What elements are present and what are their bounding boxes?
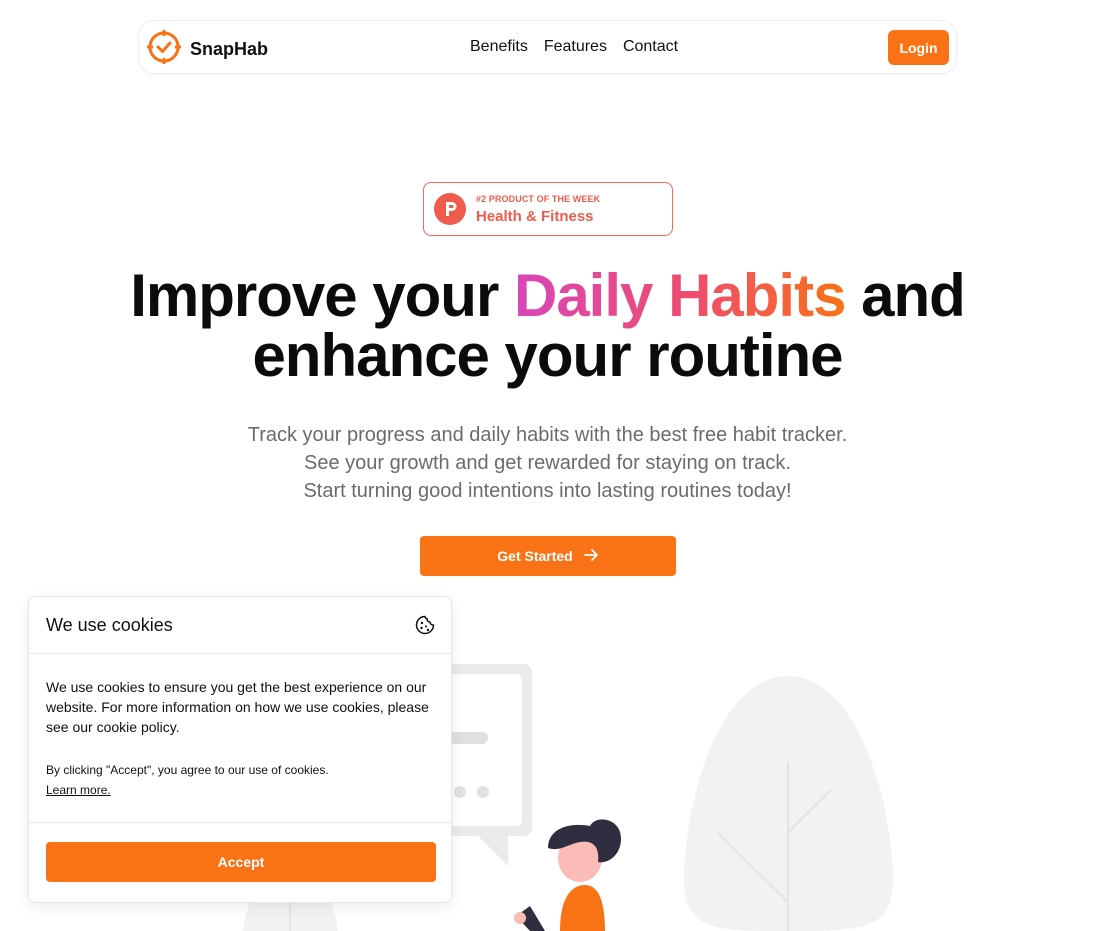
- nav-link-contact[interactable]: Contact: [623, 38, 678, 56]
- cookie-dialog: We use cookies We use cookies to ensure …: [28, 596, 452, 903]
- target-check-icon: [147, 30, 181, 69]
- cookie-icon: [415, 615, 435, 640]
- subtext-line: Track your progress and daily habits wit…: [247, 424, 848, 446]
- navbar: SnapHab Benefits Features Contact Login: [138, 20, 957, 74]
- nav-link-benefits[interactable]: Benefits: [470, 38, 528, 56]
- get-started-button[interactable]: Get Started: [420, 536, 676, 576]
- person-body: [560, 885, 605, 931]
- headline-highlight: Daily Habits: [513, 262, 846, 329]
- hero-subtext: Track your progress and daily habits wit…: [0, 421, 1095, 505]
- cookie-note: By clicking "Accept", you agree to our u…: [46, 763, 329, 777]
- get-started-label: Get Started: [497, 548, 573, 564]
- nav-links: Benefits Features Contact: [470, 38, 678, 56]
- brand-name: SnapHab: [190, 39, 269, 59]
- accept-button[interactable]: Accept: [46, 842, 436, 882]
- hero-headline: Improve your Daily Habits and enhance yo…: [0, 266, 1095, 386]
- nav-link-features[interactable]: Features: [544, 38, 607, 56]
- product-hunt-badge[interactable]: #2 PRODUCT OF THE WEEK Health & Fitness: [423, 182, 673, 236]
- headline-line2: enhance your routine: [252, 322, 843, 389]
- cookie-title: We use cookies: [46, 615, 173, 635]
- cookie-body: We use cookies to ensure you get the bes…: [46, 679, 429, 735]
- login-button[interactable]: Login: [888, 30, 949, 65]
- cookie-divider: [29, 822, 451, 823]
- badge-title: Health & Fitness: [476, 208, 594, 225]
- producthunt-icon: [434, 193, 466, 230]
- headline-post: and: [861, 262, 966, 329]
- learn-more-link[interactable]: Learn more.: [46, 780, 111, 800]
- subtext-line: See your growth and get rewarded for sta…: [304, 452, 791, 474]
- badge-kicker: #2 PRODUCT OF THE WEEK: [476, 194, 601, 204]
- brand[interactable]: SnapHab: [147, 30, 268, 69]
- arrow-right-icon: [583, 547, 599, 566]
- subtext-line: Start turning good intentions into lasti…: [303, 480, 792, 502]
- cookie-divider: [29, 653, 451, 654]
- headline-pre: Improve your: [130, 262, 499, 329]
